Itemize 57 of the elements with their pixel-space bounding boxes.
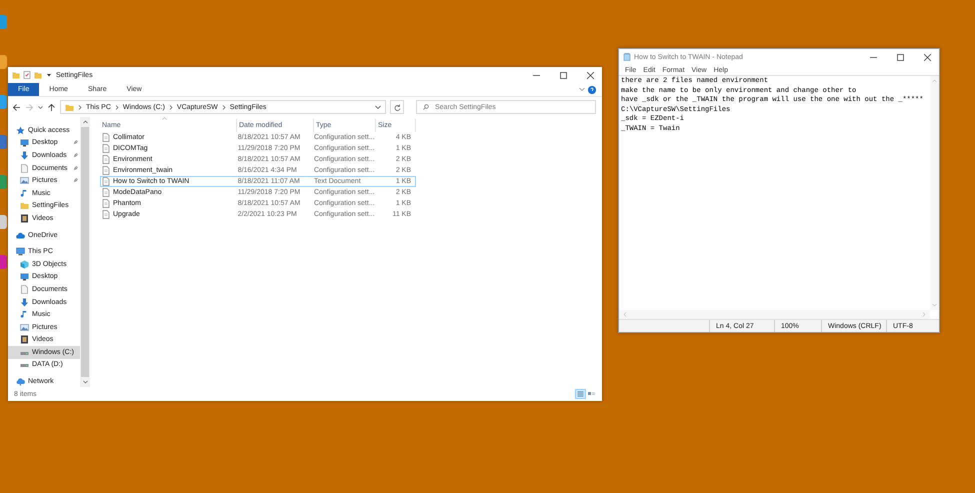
document-icon (20, 284, 29, 294)
folder-icon (12, 71, 20, 79)
forward-icon[interactable] (25, 102, 34, 112)
chevron-icon (168, 104, 173, 110)
properties-icon[interactable] (23, 71, 31, 79)
file-icon (102, 199, 110, 208)
picture-icon (20, 322, 29, 332)
notepad-icon (623, 53, 631, 61)
details-view-icon[interactable] (576, 390, 585, 398)
download-icon (20, 150, 29, 160)
maximize-icon[interactable] (560, 72, 566, 78)
back-icon[interactable] (12, 102, 21, 112)
large-icons-view-icon[interactable] (587, 390, 596, 398)
refresh-icon (394, 104, 400, 110)
document-icon (20, 164, 29, 173)
horizontal-scrollbar[interactable] (619, 310, 930, 319)
chevron-icon (114, 104, 119, 110)
file-icon (102, 188, 110, 197)
scroll-right-icon[interactable] (922, 312, 926, 317)
maximize-icon[interactable] (896, 54, 904, 60)
music-icon (20, 310, 29, 320)
music-icon (20, 188, 29, 198)
file-icon (102, 155, 110, 164)
scroll-left-icon[interactable] (623, 312, 627, 317)
help-icon[interactable] (588, 86, 596, 94)
pc-icon (16, 247, 25, 256)
refresh-button[interactable] (390, 100, 404, 114)
picture-icon (20, 176, 29, 186)
file-icon (102, 133, 110, 142)
folder-icon (65, 102, 74, 112)
file-icon (102, 166, 110, 175)
desktop-icon (20, 272, 29, 282)
dropdown-icon[interactable] (45, 71, 53, 79)
desktop-icon (20, 138, 29, 148)
video-icon (20, 214, 29, 223)
close-icon[interactable] (924, 54, 930, 60)
file-icon (102, 210, 110, 219)
video-icon (20, 335, 29, 344)
up-icon[interactable] (47, 102, 56, 112)
chevron-icon (222, 104, 226, 110)
scrollbar[interactable] (80, 117, 90, 387)
cube-icon (20, 260, 29, 269)
close-icon[interactable] (586, 72, 594, 78)
scroll-up-icon[interactable] (82, 120, 88, 124)
network-icon (16, 377, 25, 386)
scroll-down-icon[interactable] (82, 380, 88, 384)
folder-icon (20, 201, 29, 210)
search-icon (423, 104, 429, 110)
file-icon (102, 144, 110, 153)
expand-ribbon-icon[interactable] (579, 87, 585, 92)
sort-icon (162, 117, 167, 120)
star-icon (16, 126, 25, 135)
cloud-icon (16, 230, 25, 240)
download-icon (20, 298, 29, 307)
file-icon (102, 177, 110, 186)
chevron-icon (78, 104, 82, 110)
dropdown-icon[interactable] (375, 104, 381, 110)
